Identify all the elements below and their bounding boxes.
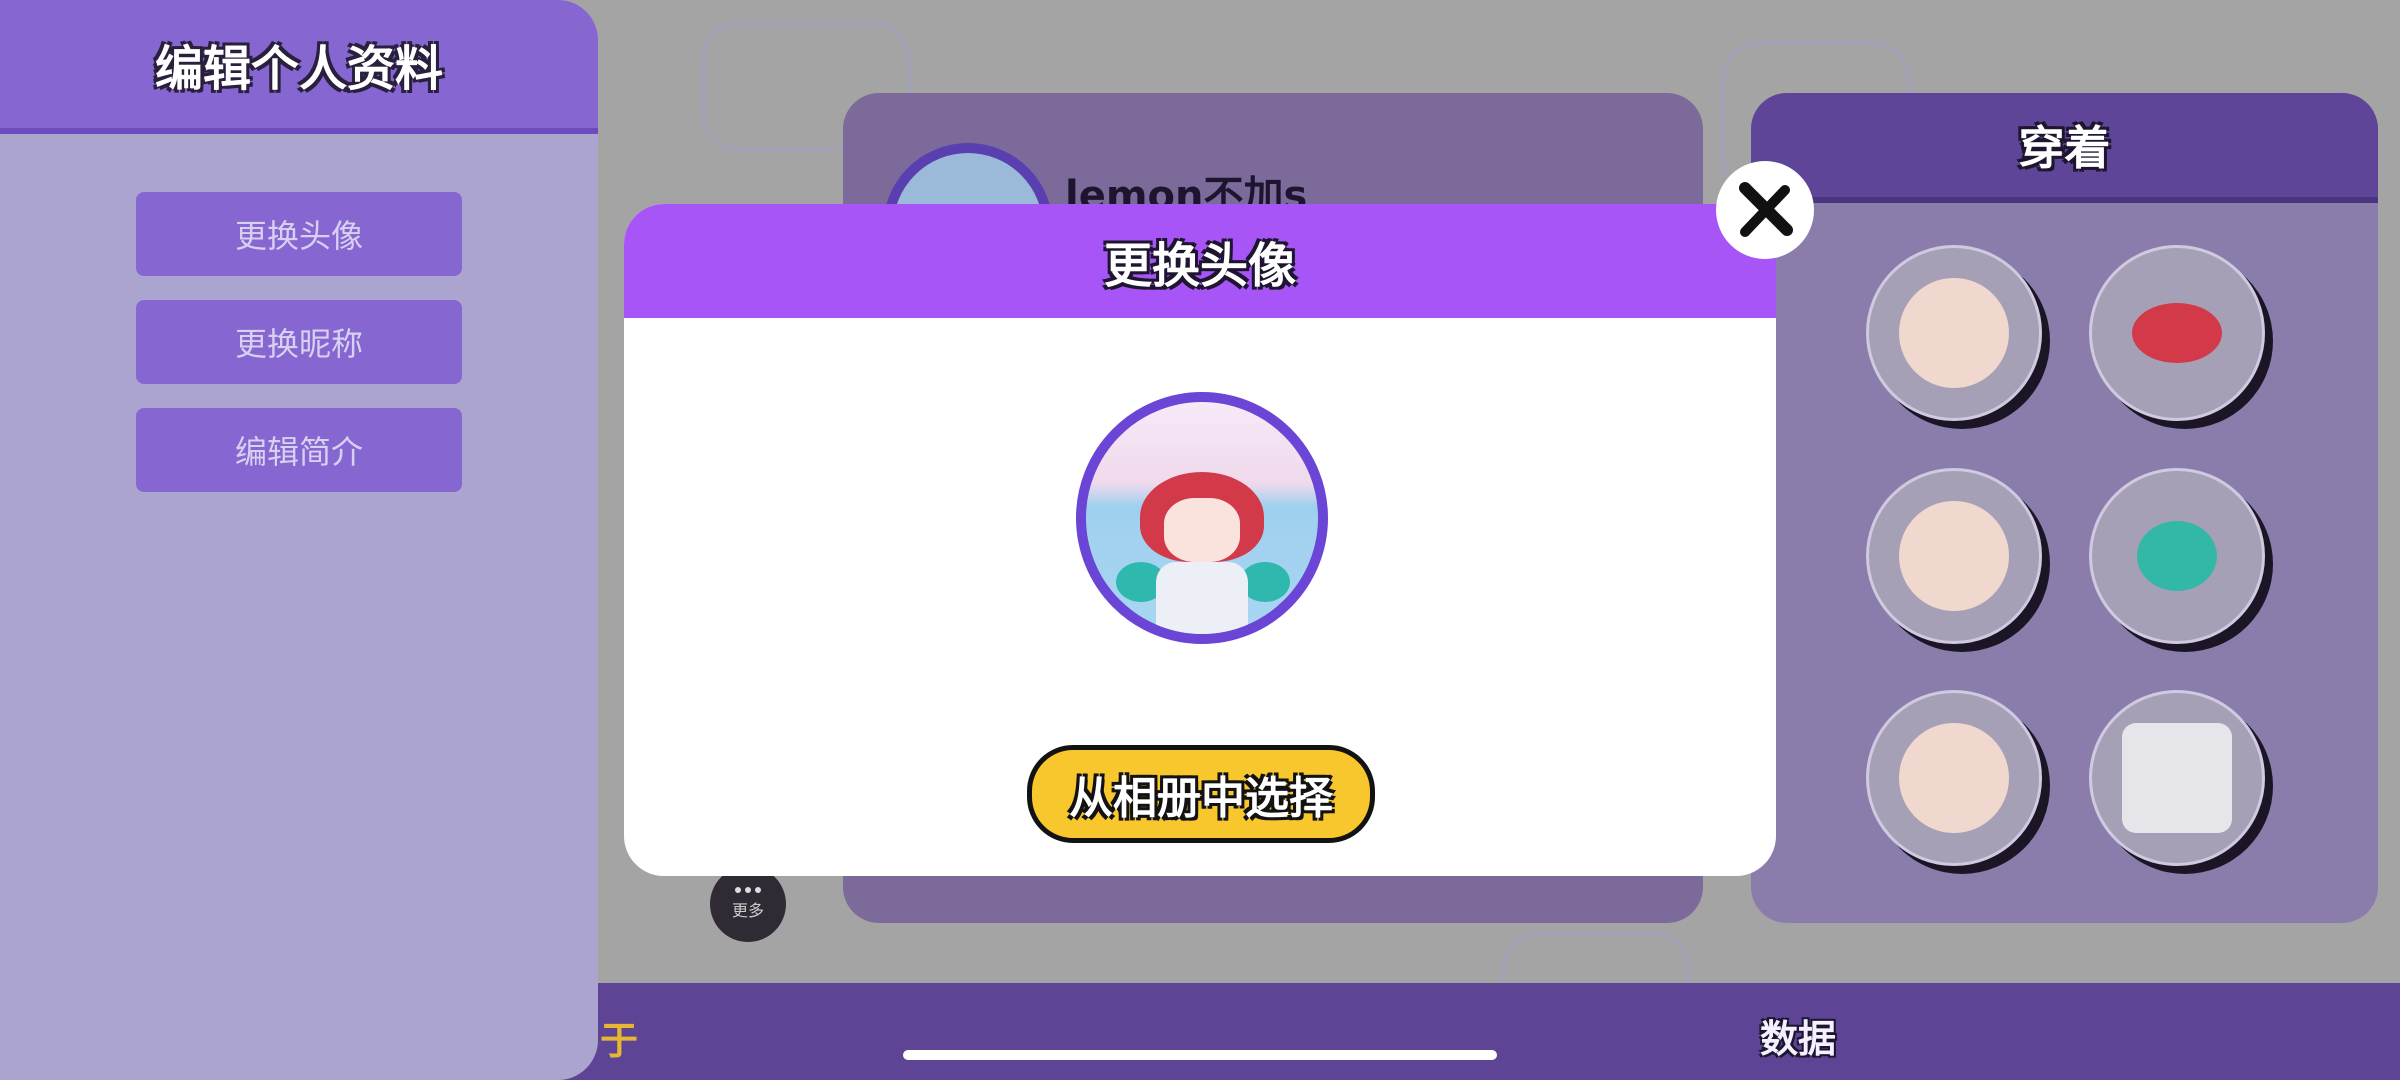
- change-avatar-modal: 更换头像 从相册中选择: [624, 204, 1776, 876]
- accessory-icon: [2137, 521, 2217, 591]
- outfit-header: 穿着: [1751, 93, 2378, 203]
- modal-header: 更换头像: [624, 204, 1776, 318]
- outfit-slot-accessory[interactable]: [2089, 468, 2265, 644]
- sidebar-title: 编辑个人资料: [154, 41, 443, 97]
- outfit-slot-clothes[interactable]: [2089, 690, 2265, 866]
- face-icon: [1899, 723, 2009, 833]
- outfit-title: 穿着: [2018, 121, 2111, 175]
- choose-from-album-label: 从相册中选择: [1069, 773, 1333, 824]
- more-button[interactable]: 更多: [710, 866, 786, 942]
- eyes-icon: [1899, 278, 2009, 388]
- sidebar-header: 编辑个人资料: [0, 0, 598, 134]
- avatar-body: [1156, 562, 1248, 634]
- close-icon: [1739, 182, 1793, 237]
- close-modal-button[interactable]: [1716, 161, 1814, 259]
- avatar-preview: [1076, 392, 1328, 644]
- bottom-tab-data[interactable]: 数据: [1760, 1008, 1836, 1063]
- modal-title: 更换头像: [1103, 238, 1296, 294]
- edit-profile-sidebar: 编辑个人资料 更换头像 更换昵称 编辑简介: [0, 0, 598, 1080]
- bottom-tab-left[interactable]: 于: [600, 1010, 638, 1065]
- outfit-icon: [2122, 723, 2232, 833]
- home-indicator[interactable]: [903, 1050, 1497, 1060]
- outfit-slot-face[interactable]: [1866, 690, 2042, 866]
- edit-bio-button[interactable]: 编辑简介: [136, 408, 462, 492]
- more-label: 更多: [731, 901, 764, 920]
- outfit-slot-head[interactable]: [1866, 468, 2042, 644]
- change-avatar-button[interactable]: 更换头像: [136, 192, 462, 276]
- more-dots-icon: [735, 887, 761, 893]
- avatar-face: [1164, 498, 1240, 562]
- outfit-slot-hair[interactable]: [2089, 245, 2265, 421]
- outfit-panel: 穿着: [1751, 93, 2378, 923]
- change-nickname-button[interactable]: 更换昵称: [136, 300, 462, 384]
- outfit-slot-eyes[interactable]: [1866, 245, 2042, 421]
- head-icon: [1899, 501, 2009, 611]
- hair-icon: [2132, 303, 2222, 363]
- choose-from-album-button[interactable]: 从相册中选择: [1027, 745, 1375, 843]
